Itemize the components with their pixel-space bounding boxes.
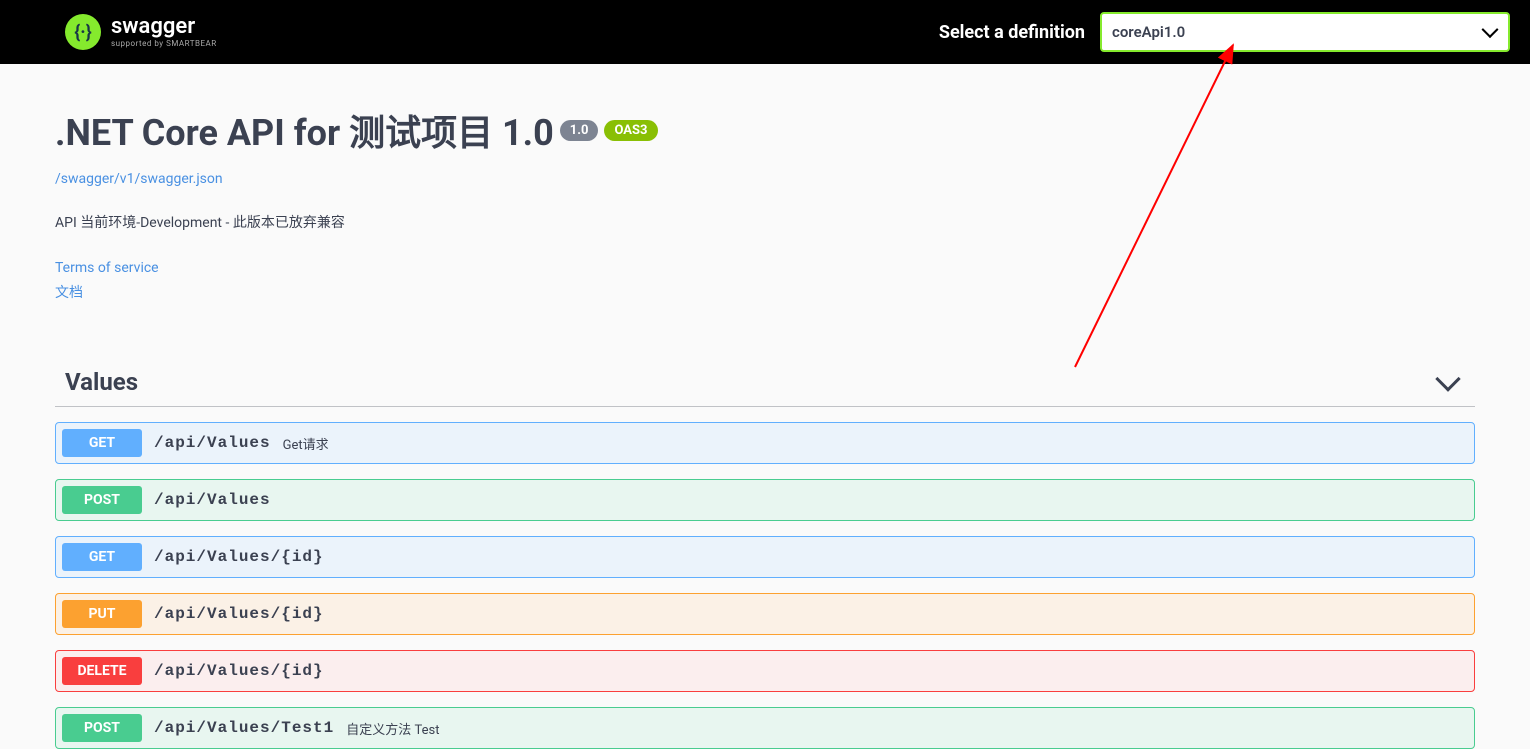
method-badge: POST (62, 714, 142, 742)
main-content: .NET Core API for 测试项目 1.0 1.0 OAS3 /swa… (55, 64, 1475, 749)
operation-row[interactable]: GET/api/Values/{id} (55, 536, 1475, 578)
version-badge: 1.0 (560, 120, 599, 141)
method-badge: GET (62, 429, 142, 457)
api-description: API 当前环境-Development - 此版本已放弃兼容 (55, 212, 1475, 232)
operation-summary: Get请求 (283, 434, 329, 453)
definition-selector-area: Select a definition coreApi1.0 (939, 12, 1510, 52)
method-badge: PUT (62, 600, 142, 628)
swagger-icon: {·} (65, 14, 101, 50)
logo-sub: supported by SMARTBEAR (111, 40, 217, 48)
method-badge: DELETE (62, 657, 142, 685)
definition-label: Select a definition (939, 22, 1085, 43)
terms-of-service-link[interactable]: Terms of service (55, 260, 159, 276)
operation-row[interactable]: PUT/api/Values/{id} (55, 593, 1475, 635)
operation-summary: 自定义方法 Test (346, 719, 439, 738)
method-badge: GET (62, 543, 142, 571)
operation-path: /api/Values (154, 434, 271, 452)
tag-header[interactable]: Values (55, 358, 1475, 407)
operation-row[interactable]: POST/api/Values (55, 479, 1475, 521)
definition-selected-value: coreApi1.0 (1112, 23, 1185, 41)
oas-badge: OAS3 (604, 120, 657, 141)
operation-path: /api/Values/{id} (154, 605, 324, 623)
topbar: {·} swagger supported by SMARTBEAR Selec… (0, 0, 1530, 64)
operations-list: GET/api/ValuesGet请求POST/api/ValuesGET/ap… (55, 422, 1475, 749)
operation-path: /api/Values/{id} (154, 548, 324, 566)
operation-path: /api/Values/{id} (154, 662, 324, 680)
operation-row[interactable]: DELETE/api/Values/{id} (55, 650, 1475, 692)
method-badge: POST (62, 486, 142, 514)
api-title: .NET Core API for 测试项目 1.0 (55, 104, 554, 156)
swagger-json-link[interactable]: /swagger/v1/swagger.json (55, 171, 223, 187)
logo-text: swagger supported by SMARTBEAR (111, 16, 217, 48)
operation-path: /api/Values/Test1 (154, 719, 334, 737)
swagger-logo[interactable]: {·} swagger supported by SMARTBEAR (65, 14, 217, 50)
tag-name: Values (55, 368, 138, 396)
chevron-down-icon (1435, 366, 1460, 391)
operation-path: /api/Values (154, 491, 271, 509)
title-row: .NET Core API for 测试项目 1.0 1.0 OAS3 (55, 104, 1475, 156)
logo-main: swagger (111, 16, 217, 38)
api-info: .NET Core API for 测试项目 1.0 1.0 OAS3 /swa… (55, 104, 1475, 308)
definition-select[interactable]: coreApi1.0 (1100, 12, 1510, 52)
operation-row[interactable]: GET/api/Values Get请求 (55, 422, 1475, 464)
docs-link[interactable]: 文档 (55, 282, 83, 302)
operation-row[interactable]: POST/api/Values/Test1 自定义方法 Test (55, 707, 1475, 749)
